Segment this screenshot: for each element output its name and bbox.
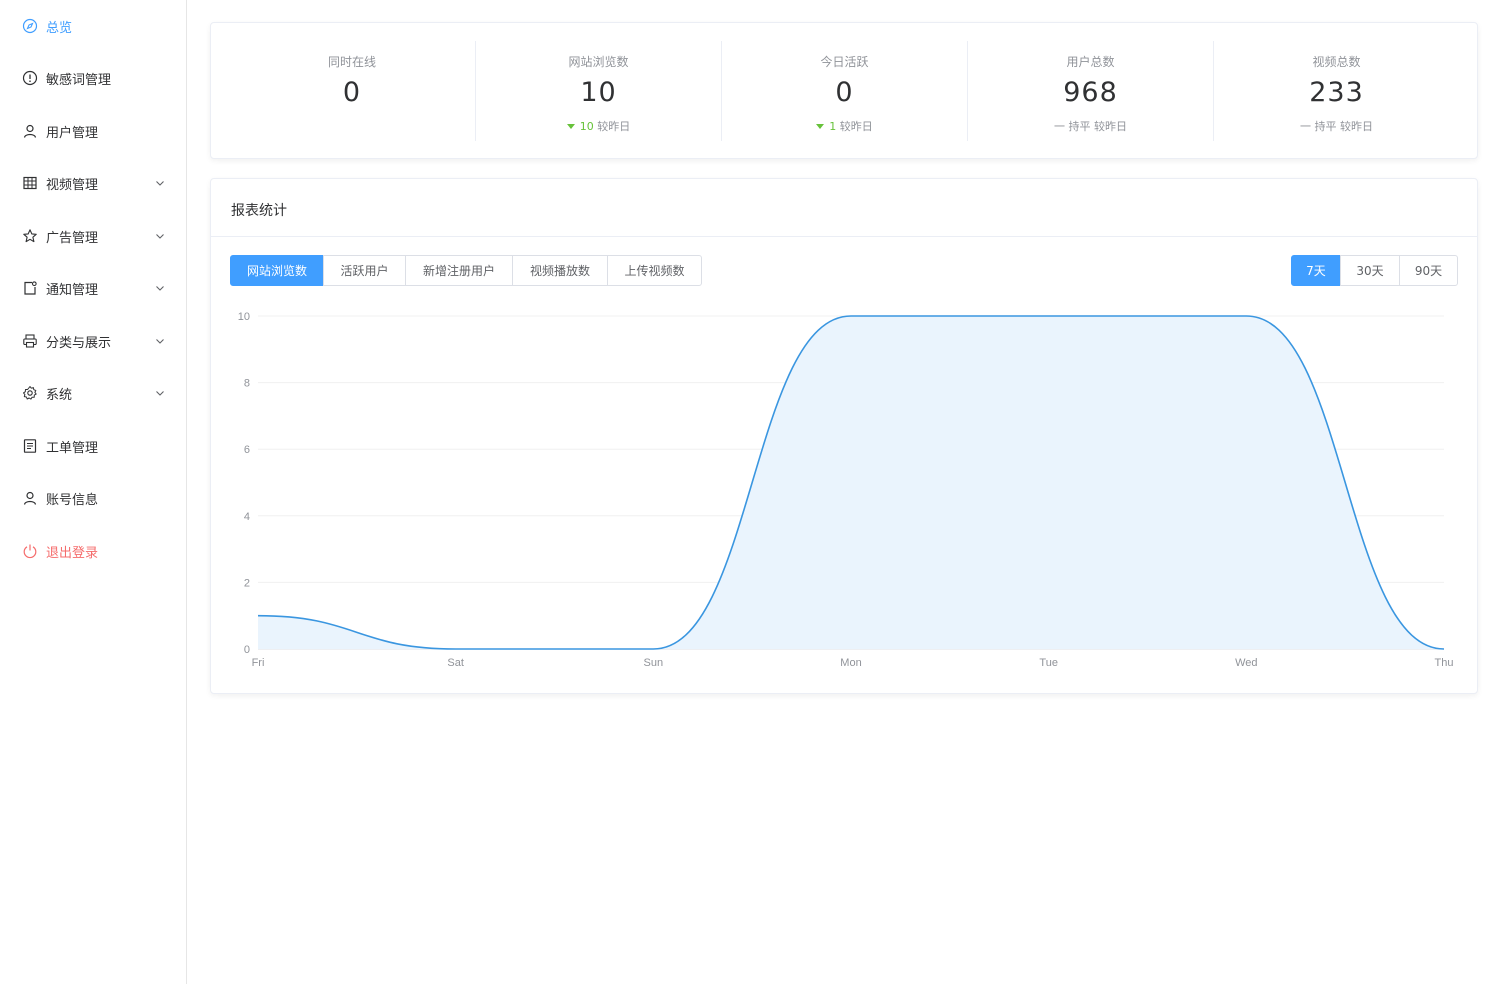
- x-tick-label: Mon: [840, 657, 861, 669]
- sidebar-item-system[interactable]: 系统: [0, 367, 186, 419]
- document-icon: [22, 438, 38, 454]
- x-tick-label: Thu: [1435, 657, 1454, 669]
- sidebar-item-label: 视频管理: [46, 177, 99, 193]
- stat-total-users: 用户总数 968 一 持平 较昨日: [967, 41, 1213, 141]
- stat-value: 233: [1309, 77, 1364, 108]
- caret-down-icon: [566, 124, 575, 129]
- compass-icon: [22, 18, 38, 34]
- stat-title: 用户总数: [1066, 55, 1115, 69]
- chevron-down-icon: [156, 391, 164, 396]
- chevron-down-icon: [156, 339, 164, 344]
- y-tick-label: 2: [244, 577, 250, 589]
- sidebar-item-categories[interactable]: 分类与展示: [0, 315, 186, 367]
- stat-value: 0: [835, 77, 854, 108]
- stat-total-videos: 视频总数 233 一 持平 较昨日: [1213, 41, 1459, 141]
- sidebar-item-label: 分类与展示: [46, 335, 112, 351]
- stat-value: 0: [342, 77, 362, 108]
- area-chart: 0 2 4 6 8 10 Fri Sat Sun Mon Tue Wed Thu: [238, 311, 1454, 669]
- stat-trend-suffix: 较昨日: [597, 120, 631, 133]
- chart-area-fill: [258, 316, 1444, 649]
- stat-value: 968: [1063, 77, 1118, 108]
- sidebar-item-label: 通知管理: [46, 282, 99, 298]
- user-icon: [22, 490, 38, 506]
- sidebar-item-label: 账号信息: [46, 492, 99, 508]
- user-icon: [22, 123, 38, 139]
- stat-trend-value: 一 持平: [1300, 120, 1337, 133]
- x-tick-label: Wed: [1235, 657, 1257, 669]
- y-tick-label: 0: [244, 644, 250, 656]
- x-tick-label: Sat: [447, 657, 464, 669]
- report-card: 报表统计 网站浏览数 活跃用户 新增注册用户 视频播放数 上传视频数 7天 30…: [210, 178, 1478, 694]
- stat-value: 10: [580, 77, 617, 108]
- sidebar-item-label: 系统: [46, 387, 73, 403]
- stat-compare: 10 较昨日: [476, 118, 721, 134]
- stat-compare: 一 持平 较昨日: [1214, 118, 1459, 134]
- warning-circle-icon: [22, 70, 38, 86]
- y-tick-label: 10: [238, 311, 250, 323]
- stat-page-views: 网站浏览数 10 10 较昨日: [475, 41, 721, 141]
- gear-icon: [22, 385, 38, 401]
- sidebar-item-account[interactable]: 账号信息: [0, 472, 186, 524]
- sidebar-item-users[interactable]: 用户管理: [0, 105, 186, 157]
- power-icon: [22, 543, 38, 559]
- stat-trend-value: 一 持平: [1054, 120, 1091, 133]
- stat-online: 同时在线 0: [229, 41, 475, 141]
- sidebar-item-label: 工单管理: [46, 440, 99, 456]
- stat-trend-value: 10: [579, 120, 594, 133]
- sidebar-item-ads[interactable]: 广告管理: [0, 210, 186, 262]
- grid-icon: [22, 175, 38, 191]
- stat-compare: 1 较昨日: [722, 118, 967, 134]
- sidebar-item-videos[interactable]: 视频管理: [0, 157, 186, 209]
- y-tick-label: 6: [244, 444, 250, 456]
- stat-daily-active: 今日活跃 0 1 较昨日: [721, 41, 967, 141]
- sidebar-item-notifications[interactable]: 通知管理: [0, 262, 186, 314]
- x-tick-label: Fri: [252, 657, 265, 669]
- sidebar-item-label: 总览: [46, 20, 73, 36]
- message-icon: [22, 280, 38, 296]
- x-tick-label: Sun: [644, 657, 664, 669]
- stat-title: 视频总数: [1312, 55, 1361, 69]
- sidebar-item-label: 退出登录: [46, 545, 99, 561]
- sidebar-item-label: 广告管理: [46, 230, 99, 246]
- chevron-down-icon: [156, 286, 164, 291]
- stat-trend-suffix: 较昨日: [1340, 120, 1373, 133]
- x-tick-label: Tue: [1039, 657, 1058, 669]
- sidebar-item-overview[interactable]: 总览: [0, 0, 186, 52]
- sidebar-item-label: 用户管理: [46, 125, 99, 141]
- stat-trend-value: 1: [829, 120, 837, 133]
- sidebar: 总览 敏感词管理 用户管理 视频管理 广告管理 通知管理 分类与展示 系统 工单…: [0, 0, 187, 984]
- stat-trend-suffix: 较昨日: [1094, 120, 1127, 133]
- star-icon: [22, 228, 38, 244]
- sidebar-item-tickets[interactable]: 工单管理: [0, 420, 186, 472]
- y-tick-label: 8: [244, 378, 250, 390]
- stat-compare: 一 持平 较昨日: [968, 118, 1213, 134]
- caret-down-icon: [816, 124, 825, 129]
- stats-card: 同时在线 0 网站浏览数 10 10 较昨日 今日活跃 0 1 较昨日 用户总数…: [210, 22, 1478, 159]
- stat-trend-suffix: 较昨日: [839, 120, 873, 133]
- chevron-down-icon: [156, 181, 164, 186]
- stat-title: 网站浏览数: [568, 55, 629, 69]
- stat-title: 同时在线: [327, 55, 376, 69]
- chevron-down-icon: [156, 234, 164, 239]
- y-tick-label: 4: [244, 511, 250, 523]
- sidebar-item-sensitive-words[interactable]: 敏感词管理: [0, 52, 186, 104]
- printer-icon: [22, 333, 38, 349]
- sidebar-item-logout[interactable]: 退出登录: [0, 525, 186, 577]
- sidebar-item-label: 敏感词管理: [46, 72, 112, 88]
- stat-title: 今日活跃: [820, 55, 869, 69]
